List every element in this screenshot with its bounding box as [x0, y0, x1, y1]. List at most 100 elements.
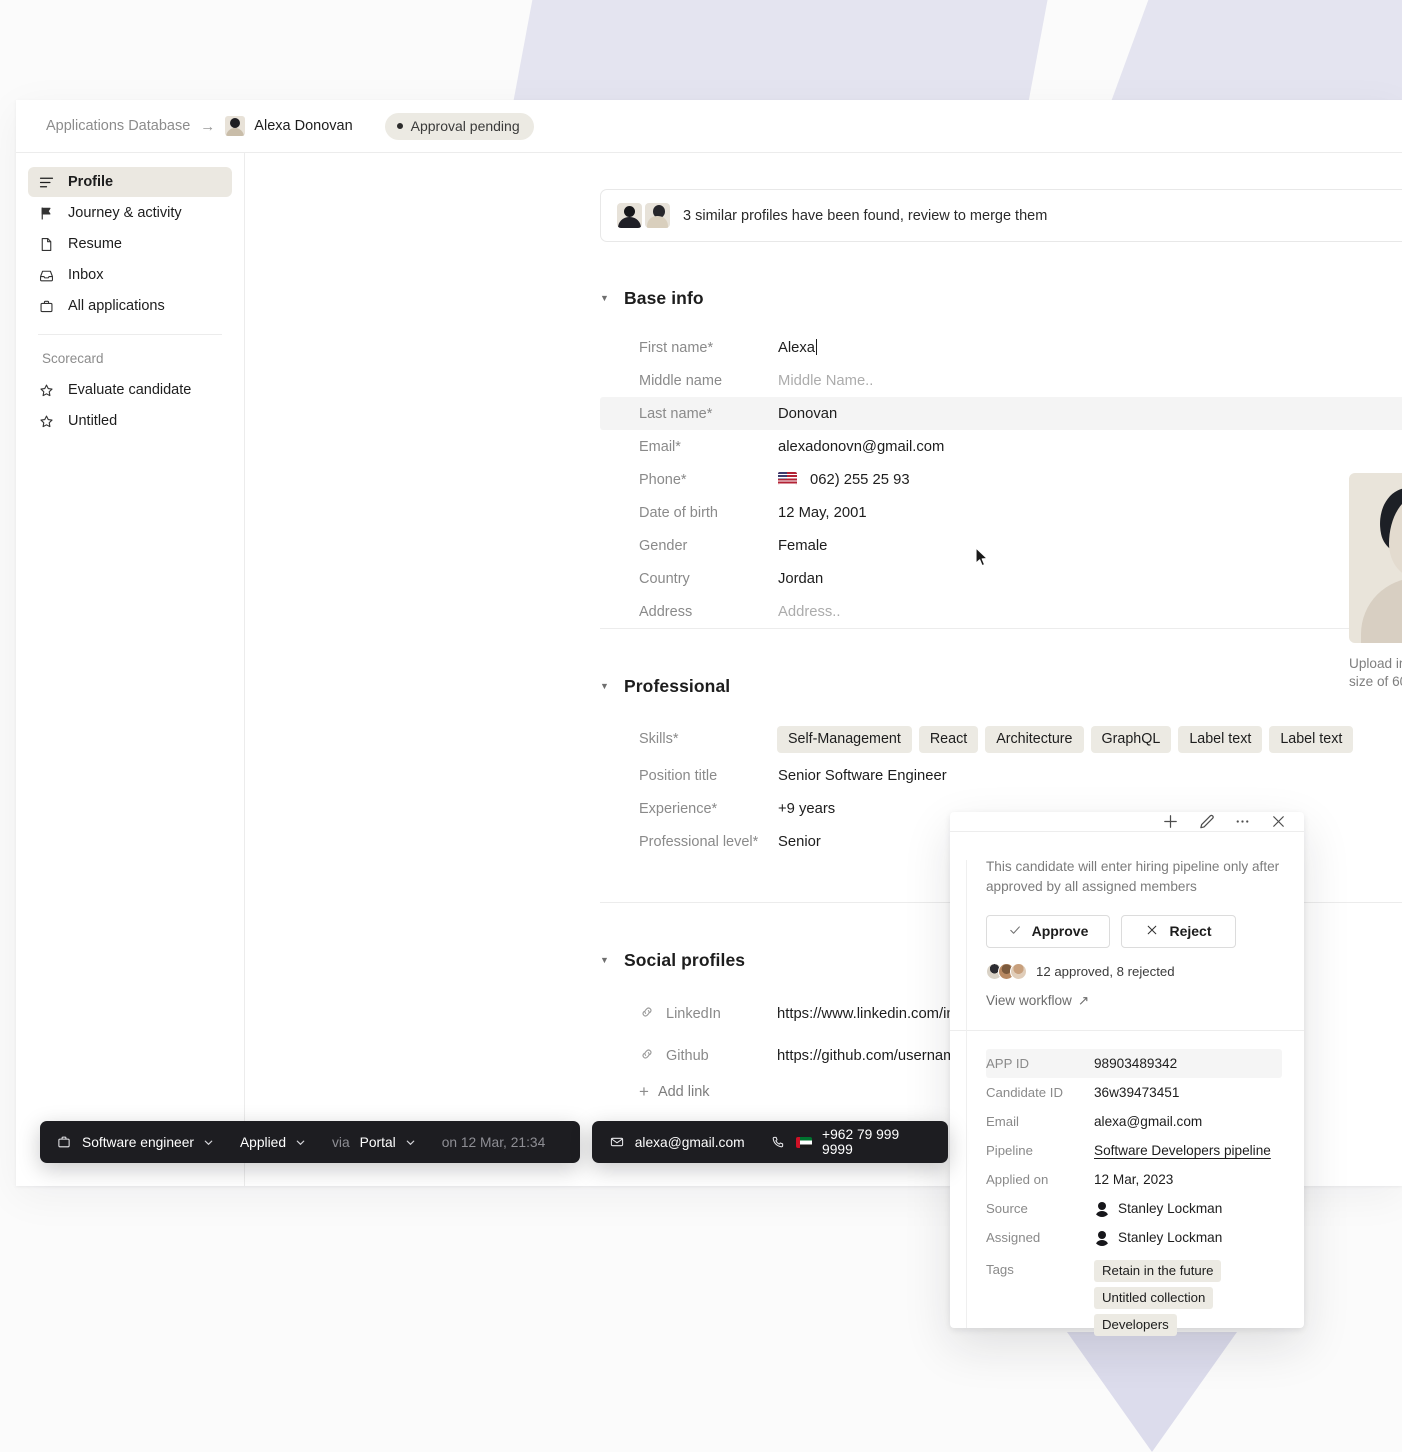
field-value[interactable]: Female [777, 538, 827, 554]
meta-value: 12 Mar, 2023 [1094, 1172, 1174, 1188]
meta-row-pipeline[interactable]: Pipeline Software Developers pipeline [986, 1136, 1282, 1165]
view-workflow-link[interactable]: View workflow ↗ [986, 993, 1089, 1009]
contact-email[interactable]: alexa@gmail.com [635, 1135, 745, 1150]
field-address[interactable]: Address Address.. [600, 595, 1402, 628]
pipeline-link[interactable]: Software Developers pipeline [1094, 1143, 1271, 1158]
skill-chip[interactable]: Label text [1269, 725, 1354, 753]
approve-button[interactable]: Approve [986, 914, 1110, 948]
field-value[interactable]: Jordan [777, 571, 823, 587]
briefcase-icon [56, 1134, 72, 1150]
meta-value: Stanley Lockman [1094, 1200, 1222, 1217]
skill-chip[interactable]: Label text [1178, 725, 1263, 753]
meta-row-applied-on[interactable]: Applied on 12 Mar, 2023 [986, 1165, 1282, 1194]
chevron-down-icon[interactable]: ▼ [600, 682, 612, 691]
meta-row-assigned[interactable]: Assigned Stanley Lockman [986, 1223, 1282, 1252]
star-icon [38, 382, 55, 399]
meta-value: alexa@gmail.com [1094, 1114, 1203, 1130]
close-icon[interactable] [1269, 812, 1288, 831]
breadcrumb-person[interactable]: Alexa Donovan [225, 116, 353, 136]
contact-phone[interactable]: +962 79 999 9999 [822, 1127, 931, 1157]
chevron-down-icon [203, 1137, 214, 1148]
position-selector[interactable]: Software engineer [82, 1135, 214, 1150]
link-icon [639, 1046, 655, 1066]
tag-list: Retain in the future Untitled collection… [1094, 1260, 1222, 1337]
meta-row-app-id[interactable]: APP ID 98903489342 [986, 1049, 1282, 1079]
avatar [617, 203, 642, 228]
meta-label: Tags [986, 1262, 1014, 1278]
tag[interactable]: Untitled collection [1094, 1287, 1214, 1310]
flag-icon [38, 205, 55, 222]
field-value[interactable]: Senior Software Engineer [777, 768, 947, 784]
meta-row-source[interactable]: Source Stanley Lockman [986, 1194, 1282, 1223]
field-value[interactable]: Middle Name.. [777, 373, 873, 389]
field-position-title[interactable]: Position title Senior Software Engineer [600, 759, 1402, 792]
more-options-icon[interactable] [1233, 812, 1252, 831]
meta-row-tags[interactable]: Tags Retain in the future Untitled colle… [986, 1252, 1282, 1337]
base-info-header[interactable]: ▼ Base info [600, 288, 1402, 309]
applied-on-label: on 12 Mar, 21:34 [441, 1134, 546, 1150]
field-first-name[interactable]: First name* Alexa [600, 331, 1402, 364]
mouse-cursor [975, 547, 990, 569]
breadcrumb: Applications Database → Alexa Donovan Ap… [16, 100, 1402, 153]
breadcrumb-root-link[interactable]: Applications Database [46, 118, 190, 134]
field-label: Gender [639, 537, 688, 554]
meta-row-candidate-id[interactable]: Candidate ID 36w39473451 [986, 1078, 1282, 1107]
link-icon [639, 1004, 655, 1024]
meta-value: 36w39473451 [1094, 1085, 1180, 1101]
skill-chip[interactable]: React [918, 725, 979, 753]
sidebar-item-all-applications[interactable]: All applications [28, 291, 232, 321]
field-email[interactable]: Email* alexadonovn@gmail.com [600, 430, 1402, 463]
sidebar-item-journey-activity[interactable]: Journey & activity [28, 198, 232, 228]
chevron-down-icon[interactable]: ▼ [600, 294, 612, 303]
field-value[interactable]: +9 years [777, 801, 835, 817]
skill-chip[interactable]: GraphQL [1090, 725, 1172, 753]
field-value[interactable]: Donovan [777, 406, 837, 422]
social-url[interactable]: https://github.com/username/ [777, 1048, 968, 1064]
field-skills[interactable]: Skills* Self-Management React Architectu… [600, 719, 1402, 759]
field-value[interactable]: Senior [777, 834, 821, 850]
avatar [1010, 962, 1027, 980]
sidebar-item-resume[interactable]: Resume [28, 229, 232, 259]
field-last-name[interactable]: Last name* Donovan [600, 397, 1402, 430]
field-value[interactable]: alexadonovn@gmail.com [777, 439, 944, 455]
social-label: LinkedIn [600, 1004, 777, 1024]
skill-chip[interactable]: Self-Management [777, 725, 912, 753]
tag[interactable]: Developers [1094, 1314, 1177, 1337]
sidebar-item-evaluate-candidate[interactable]: Evaluate candidate [28, 375, 232, 405]
similar-profiles-banner: 3 similar profiles have been found, revi… [600, 189, 1402, 242]
stage-label: Applied [239, 1134, 287, 1150]
field-gender[interactable]: Gender Female [600, 529, 1402, 562]
status-badge[interactable]: Approval pending [384, 112, 534, 140]
approval-note: This candidate will enter hiring pipelin… [986, 859, 1280, 895]
tag[interactable]: Retain in the future [1094, 1260, 1222, 1283]
avatar [1094, 1229, 1110, 1246]
sidebar-item-untitled[interactable]: Untitled [28, 406, 232, 436]
similar-profiles-avatars [617, 203, 670, 228]
skill-chip[interactable]: Architecture [985, 725, 1084, 753]
sidebar-item-profile[interactable]: Profile [28, 167, 232, 197]
field-country[interactable]: Country Jordan [600, 562, 1402, 595]
profile-photo[interactable] [1349, 473, 1402, 643]
add-icon[interactable] [1161, 812, 1180, 831]
stage-selector[interactable]: Applied [240, 1135, 306, 1150]
field-value[interactable]: Address.. [777, 604, 841, 620]
chevron-down-icon[interactable]: ▼ [600, 956, 612, 965]
edit-pencil-icon[interactable] [1197, 812, 1216, 831]
field-phone[interactable]: Phone* 062) 255 25 93 [600, 463, 1402, 496]
sidebar: Profile Journey & activity Resume Inbox … [16, 153, 245, 1186]
reject-button[interactable]: Reject [1121, 914, 1236, 948]
field-middle-name[interactable]: Middle name Middle Name.. [600, 364, 1402, 397]
meta-row-email[interactable]: Email alexa@gmail.com [986, 1107, 1282, 1136]
field-value[interactable]: Alexa [777, 339, 818, 356]
field-label: Country [639, 570, 690, 587]
sidebar-item-label: Profile [68, 174, 114, 190]
sidebar-item-inbox[interactable]: Inbox [28, 260, 232, 290]
professional-header[interactable]: ▼ Professional [600, 676, 1402, 697]
social-label-text: LinkedIn [666, 1006, 721, 1022]
field-value[interactable]: 12 May, 2001 [777, 505, 867, 521]
field-date-of-birth[interactable]: Date of birth 12 May, 2001 [600, 496, 1402, 529]
approval-buttons: Approve Reject [986, 914, 1282, 948]
source-selector[interactable]: Portal [360, 1135, 416, 1150]
view-workflow-label: View workflow [986, 993, 1072, 1009]
field-value[interactable]: 062) 255 25 93 [777, 471, 910, 488]
